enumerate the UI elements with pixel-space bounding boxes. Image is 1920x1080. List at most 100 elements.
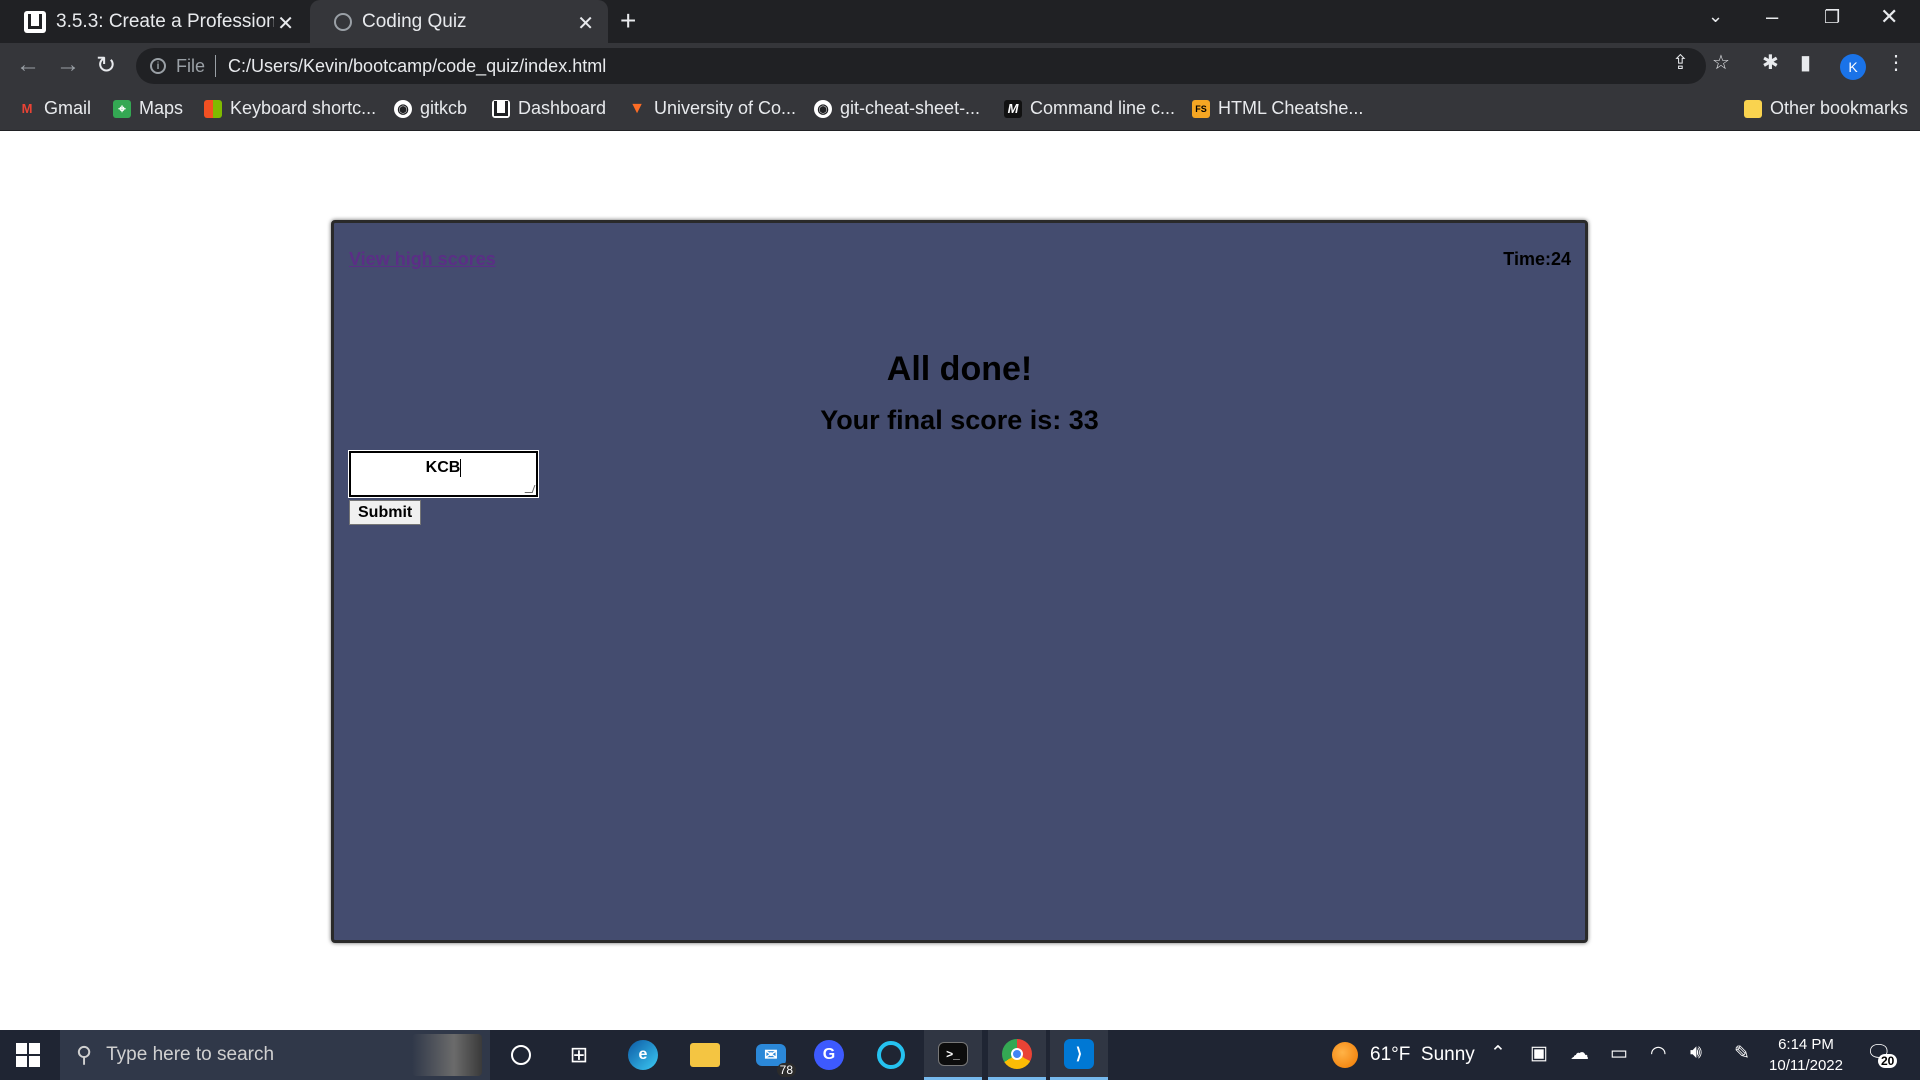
bookmark-label: gitkcb <box>420 98 468 118</box>
tab-create-professional[interactable]: 3.5.3: Create a Professional P ✕ <box>0 0 308 43</box>
u-icon <box>492 99 510 118</box>
weather-text: 61°F Sunny <box>1370 1044 1475 1065</box>
profile-avatar[interactable]: K <box>1840 54 1866 80</box>
bookmark-label: Keyboard shortc... <box>230 98 377 118</box>
final-score-text: Your final score is: 33 <box>820 405 1099 435</box>
bookmark-label: Gmail <box>44 98 92 118</box>
bookmarks-bar: M Gmail ⌖ Maps Keyboard shortc... ◉ gitk… <box>0 89 1920 131</box>
tab-coding-quiz[interactable]: Coding Quiz ✕ <box>310 0 608 43</box>
bookmark-label: HTML Cheatshe... <box>1218 98 1364 118</box>
gmail-icon: M <box>21 101 33 116</box>
search-placeholder: Type here to search <box>106 1044 275 1065</box>
bookmark-label: Other bookmarks <box>1770 98 1909 118</box>
resize-handle-icon[interactable] <box>524 485 536 493</box>
chevron-up-icon[interactable]: ⌃ <box>1490 1042 1506 1065</box>
vscode-icon[interactable]: ⟩ <box>1050 1030 1108 1080</box>
close-icon[interactable]: ✕ <box>277 11 294 36</box>
u-icon <box>24 10 46 33</box>
bookmark-label: University of Co... <box>654 98 797 118</box>
bookmark-git-cheat-sheet[interactable]: ◉ git-cheat-sheet-... <box>814 98 980 119</box>
bookmark-command-line[interactable]: M Command line c... <box>1004 98 1175 119</box>
window-close-icon[interactable]: ✕ <box>1880 4 1898 30</box>
task-view-icon[interactable]: ⊞ <box>550 1030 608 1080</box>
clock-date: 10/11/2022 <box>1769 1057 1843 1074</box>
bookmark-other[interactable]: Other bookmarks <box>1744 98 1908 119</box>
address-bar[interactable]: i File C:/Users/Kevin/bootcamp/code_quiz… <box>136 48 1706 84</box>
bookmark-gitkcb[interactable]: ◉ gitkcb <box>394 98 467 119</box>
forward-arrow-icon[interactable]: → <box>56 51 80 79</box>
clock-time: 6:14 PM <box>1778 1036 1834 1053</box>
fs-icon: FS <box>1192 99 1210 118</box>
chrome-icon[interactable] <box>988 1030 1046 1080</box>
pen-icon[interactable]: ✎ <box>1734 1042 1750 1065</box>
file-explorer-icon[interactable] <box>676 1030 734 1080</box>
page-content: View high scores Time:24 All done! Your … <box>0 132 1920 1030</box>
star-icon[interactable]: ☆ <box>1712 50 1730 75</box>
browser-toolbar: ← → ↻ i File C:/Users/Kevin/bootcamp/cod… <box>0 43 1920 89</box>
submit-button[interactable]: Submit <box>349 500 422 525</box>
bookmark-keyboard-shortcuts[interactable]: Keyboard shortc... <box>204 98 376 119</box>
alexa-ring-icon[interactable] <box>862 1030 920 1080</box>
gitlab-icon: ▼ <box>629 99 645 117</box>
initials-textarea[interactable]: KCB <box>348 450 539 498</box>
menu-kebab-icon[interactable]: ⋮ <box>1886 50 1906 75</box>
reload-icon[interactable]: ↻ <box>96 51 116 80</box>
bookmark-label: Maps <box>139 98 184 118</box>
address-scheme: File <box>176 55 206 76</box>
quiz-container: View high scores Time:24 All done! Your … <box>331 220 1588 943</box>
bookmark-label: Command line c... <box>1030 98 1176 118</box>
extensions-puzzle-icon[interactable]: ✱ <box>1762 50 1779 75</box>
cortana-icon[interactable] <box>492 1030 550 1080</box>
github-icon: ◉ <box>814 99 832 118</box>
m-icon: M <box>1004 99 1022 118</box>
all-done-heading: All done! <box>886 350 1033 388</box>
bookmark-label: Dashboard <box>518 98 607 118</box>
folder-icon <box>1744 99 1762 118</box>
bookmark-label: git-cheat-sheet-... <box>840 98 981 118</box>
info-icon[interactable]: i <box>150 58 166 74</box>
volume-icon[interactable]: 🔊︎ <box>1690 1042 1702 1064</box>
mail-badge: 78 <box>776 1063 796 1077</box>
bookmark-maps[interactable]: ⌖ Maps <box>113 98 183 119</box>
browser-tab-strip: 3.5.3: Create a Professional P ✕ Coding … <box>0 0 1920 43</box>
search-highlight-image <box>412 1034 482 1076</box>
tab-title: Coding Quiz <box>362 10 467 32</box>
sun-icon <box>1332 1042 1358 1068</box>
bookmark-university[interactable]: ▼ University of Co... <box>628 98 796 119</box>
meet-now-icon[interactable]: ▣ <box>1530 1042 1548 1065</box>
share-icon[interactable]: ⇪ <box>1672 50 1689 75</box>
bookmark-html-cheatsheet[interactable]: FS HTML Cheatshe... <box>1192 98 1363 119</box>
minimize-icon[interactable]: – <box>1766 4 1778 30</box>
view-high-scores-link[interactable]: View high scores <box>349 249 496 270</box>
taskbar-search-box[interactable]: ⚲ Type here to search <box>60 1030 490 1080</box>
battery-icon[interactable]: ▭ <box>1610 1042 1628 1065</box>
notification-badge: 20 <box>1878 1054 1898 1068</box>
bookmark-gmail[interactable]: M Gmail <box>18 98 91 119</box>
address-separator <box>215 55 217 77</box>
search-icon: ⚲ <box>76 1042 93 1067</box>
timer-display: Time:24 <box>1503 249 1571 269</box>
terminal-icon[interactable]: >_ <box>924 1030 982 1080</box>
address-url[interactable]: C:/Users/Kevin/bootcamp/code_quiz/index.… <box>228 56 606 77</box>
new-tab-button[interactable]: + <box>620 6 636 36</box>
text-cursor <box>460 459 462 477</box>
windows-taskbar: ⚲ Type here to search ⊞ e ✉ 78 G >_ ⟩ 61… <box>0 1030 1920 1080</box>
initials-value: KCB <box>425 459 461 477</box>
weather-widget[interactable]: 61°F Sunny <box>1332 1030 1475 1080</box>
tab-search-chevron-icon[interactable]: ⌄ <box>1708 6 1723 27</box>
wifi-icon[interactable]: ◠ <box>1650 1042 1667 1065</box>
github-icon: ◉ <box>394 99 412 118</box>
bookmark-dashboard[interactable]: Dashboard <box>492 98 606 119</box>
windows-start-icon[interactable] <box>16 1043 40 1067</box>
globe-icon <box>334 12 352 31</box>
edge-icon[interactable]: e <box>614 1030 672 1080</box>
back-arrow-icon[interactable]: ← <box>16 51 40 79</box>
mail-icon[interactable]: ✉ 78 <box>742 1030 800 1080</box>
restore-icon[interactable]: ❐ <box>1824 7 1840 28</box>
close-icon[interactable]: ✕ <box>577 11 594 36</box>
side-panel-icon[interactable]: ▮ <box>1800 50 1811 75</box>
onedrive-cloud-icon[interactable]: ☁ <box>1570 1042 1589 1065</box>
taskbar-clock[interactable]: 6:14 PM 10/11/2022 <box>1766 1034 1846 1076</box>
maps-icon: ⌖ <box>113 99 131 118</box>
app-g-icon[interactable]: G <box>800 1030 858 1080</box>
